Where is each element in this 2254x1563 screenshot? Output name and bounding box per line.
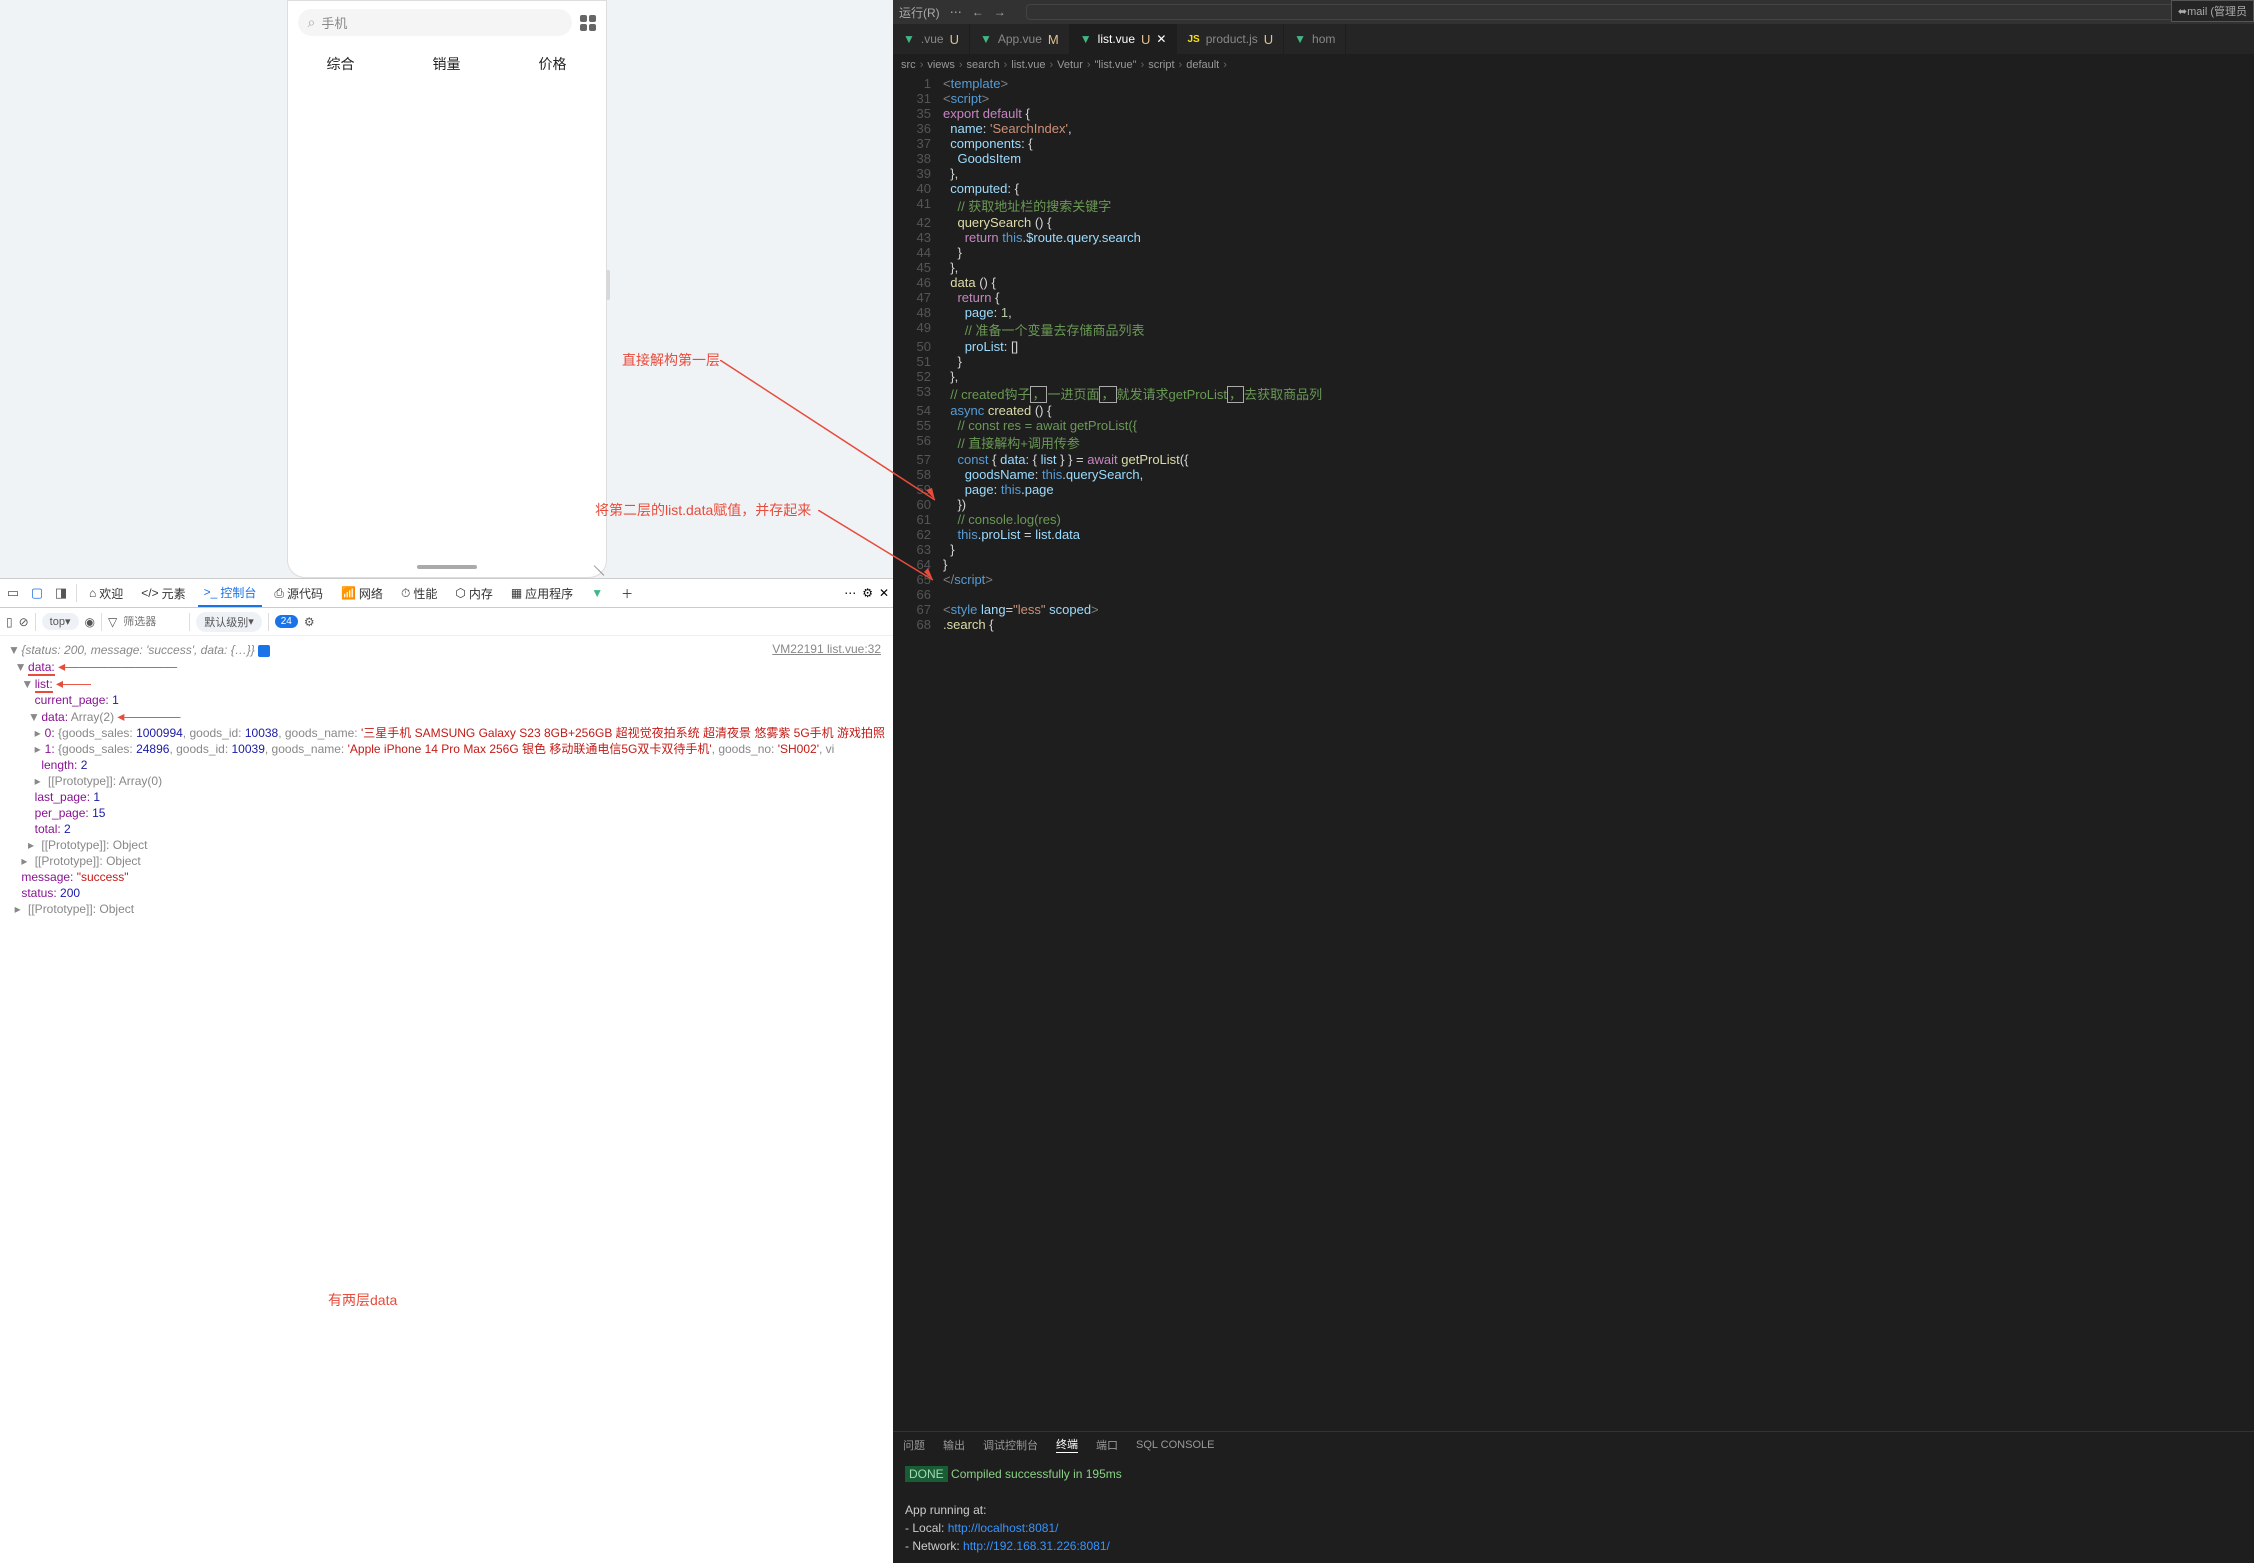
breadcrumb[interactable]: src›views›search›list.vue›Vetur›"list.vu… xyxy=(893,54,2254,76)
tab-default[interactable]: 综合 xyxy=(327,54,355,74)
resize-bar[interactable] xyxy=(606,270,610,300)
list-key[interactable]: list: xyxy=(35,677,53,693)
resize-corner-icon[interactable] xyxy=(592,563,604,575)
tab-console[interactable]: >_控制台 xyxy=(198,580,263,607)
menu-run[interactable]: 运行(R) xyxy=(899,4,940,21)
editor-tab[interactable]: ▼App.vue M xyxy=(970,24,1070,54)
tab-memory[interactable]: ⬡内存 xyxy=(449,581,499,606)
dock-icon[interactable]: ◨ xyxy=(52,584,70,602)
tab-vue[interactable]: ▼ xyxy=(585,582,609,604)
sidebar-toggle-icon[interactable]: ▯ xyxy=(6,615,13,629)
clear-icon[interactable]: ⊘ xyxy=(19,615,29,629)
search-text: 手机 xyxy=(321,13,347,32)
console-output: VM22191 list.vue:32 有两层data ▼ {status: 2… xyxy=(0,636,893,1563)
editor-tab[interactable]: JSproduct.js U xyxy=(1177,24,1284,54)
source-link[interactable]: VM22191 list.vue:32 xyxy=(772,642,881,656)
tab-application[interactable]: ▦应用程序 xyxy=(505,581,579,606)
editor-tab[interactable]: ▼.vue U xyxy=(893,24,970,54)
drag-handle-icon xyxy=(417,565,477,569)
network-url[interactable]: http://192.168.31.226:8081/ xyxy=(963,1539,1110,1553)
annotation-1: 直接解构第一层 xyxy=(622,350,720,370)
close-icon[interactable]: ✕ xyxy=(879,586,889,600)
tab-elements[interactable]: </>元素 xyxy=(135,581,191,606)
search-input[interactable]: ⌕ 手机 xyxy=(298,9,572,36)
editor-tab[interactable]: ▼hom xyxy=(1284,24,1346,54)
term-tab[interactable]: 问题 xyxy=(903,1437,925,1453)
nav-back-icon[interactable]: ← xyxy=(972,5,984,19)
device-icon[interactable]: ▢ xyxy=(28,584,46,602)
level-select[interactable]: 默认级别 ▾ xyxy=(196,612,262,632)
remote-bar[interactable]: ⬌ mail (管理员 xyxy=(2171,0,2254,22)
nav-forward-icon[interactable]: → xyxy=(994,5,1006,19)
term-tab[interactable]: 端口 xyxy=(1096,1437,1118,1453)
tab-sources[interactable]: ⎙源代码 xyxy=(268,581,329,606)
term-tab[interactable]: 调试控制台 xyxy=(983,1437,1038,1453)
search-icon: ⌕ xyxy=(308,14,316,31)
annotation-3: 有两层data xyxy=(328,1290,397,1310)
grid-icon[interactable] xyxy=(580,15,596,31)
editor-tab[interactable]: ▼list.vue U ✕ xyxy=(1070,24,1178,54)
code-editor[interactable]: 1<template>31<script>35export default {3… xyxy=(893,76,2254,1431)
tab-price[interactable]: 价格 xyxy=(539,54,567,74)
gear-icon[interactable]: ⚙ xyxy=(304,615,315,629)
tab-welcome[interactable]: ⌂欢迎 xyxy=(83,581,129,606)
tab-add[interactable]: ＋ xyxy=(615,581,639,606)
filter-icon[interactable]: ▽ xyxy=(108,615,117,629)
term-tab[interactable]: SQL CONSOLE xyxy=(1136,1439,1214,1451)
tab-sales[interactable]: 销量 xyxy=(433,54,461,74)
gear-icon[interactable]: ⚙ xyxy=(862,586,873,600)
term-tab[interactable]: 终端 xyxy=(1056,1436,1078,1453)
annotation-2: 将第二层的list.data赋值，并存起来 xyxy=(595,500,811,520)
devtools-toolbar: ▭ ▢ ◨ ⌂欢迎 </>元素 >_控制台 ⎙源代码 📶网络 ⏱性能 ⬡内存 ▦… xyxy=(0,578,893,608)
vscode-panel: 运行(R) ⋯ ← → ⬌ mail (管理员 ▼.vue U▼App.vue … xyxy=(893,0,2254,1563)
issue-count[interactable]: 24 xyxy=(275,615,298,628)
term-tab[interactable]: 输出 xyxy=(943,1437,965,1453)
terminal-output: DONE Compiled successfully in 195ms App … xyxy=(893,1457,2254,1563)
editor-tabs: ▼.vue U▼App.vue M▼list.vue U ✕JSproduct.… xyxy=(893,24,2254,54)
filter-input[interactable] xyxy=(123,616,183,628)
terminal-tabs: 问题 输出 调试控制台 终端 端口 SQL CONSOLE xyxy=(893,1431,2254,1457)
data-key[interactable]: data: xyxy=(28,660,55,676)
mobile-preview: ⌕ 手机 综合 销量 价格 xyxy=(287,0,607,578)
tab-performance[interactable]: ⏱性能 xyxy=(395,581,443,606)
tab-network[interactable]: 📶网络 xyxy=(335,581,389,606)
info-badge-icon[interactable] xyxy=(258,645,270,657)
console-sub-toolbar: ▯ ⊘ top ▾ ◉ ▽ 默认级别 ▾ 24 ⚙ xyxy=(0,608,893,636)
inspect-icon[interactable]: ▭ xyxy=(4,584,22,602)
local-url[interactable]: http://localhost:8081/ xyxy=(948,1521,1059,1535)
context-select[interactable]: top ▾ xyxy=(42,613,79,630)
eye-icon[interactable]: ◉ xyxy=(85,615,95,629)
close-icon[interactable]: ✕ xyxy=(1156,32,1166,46)
